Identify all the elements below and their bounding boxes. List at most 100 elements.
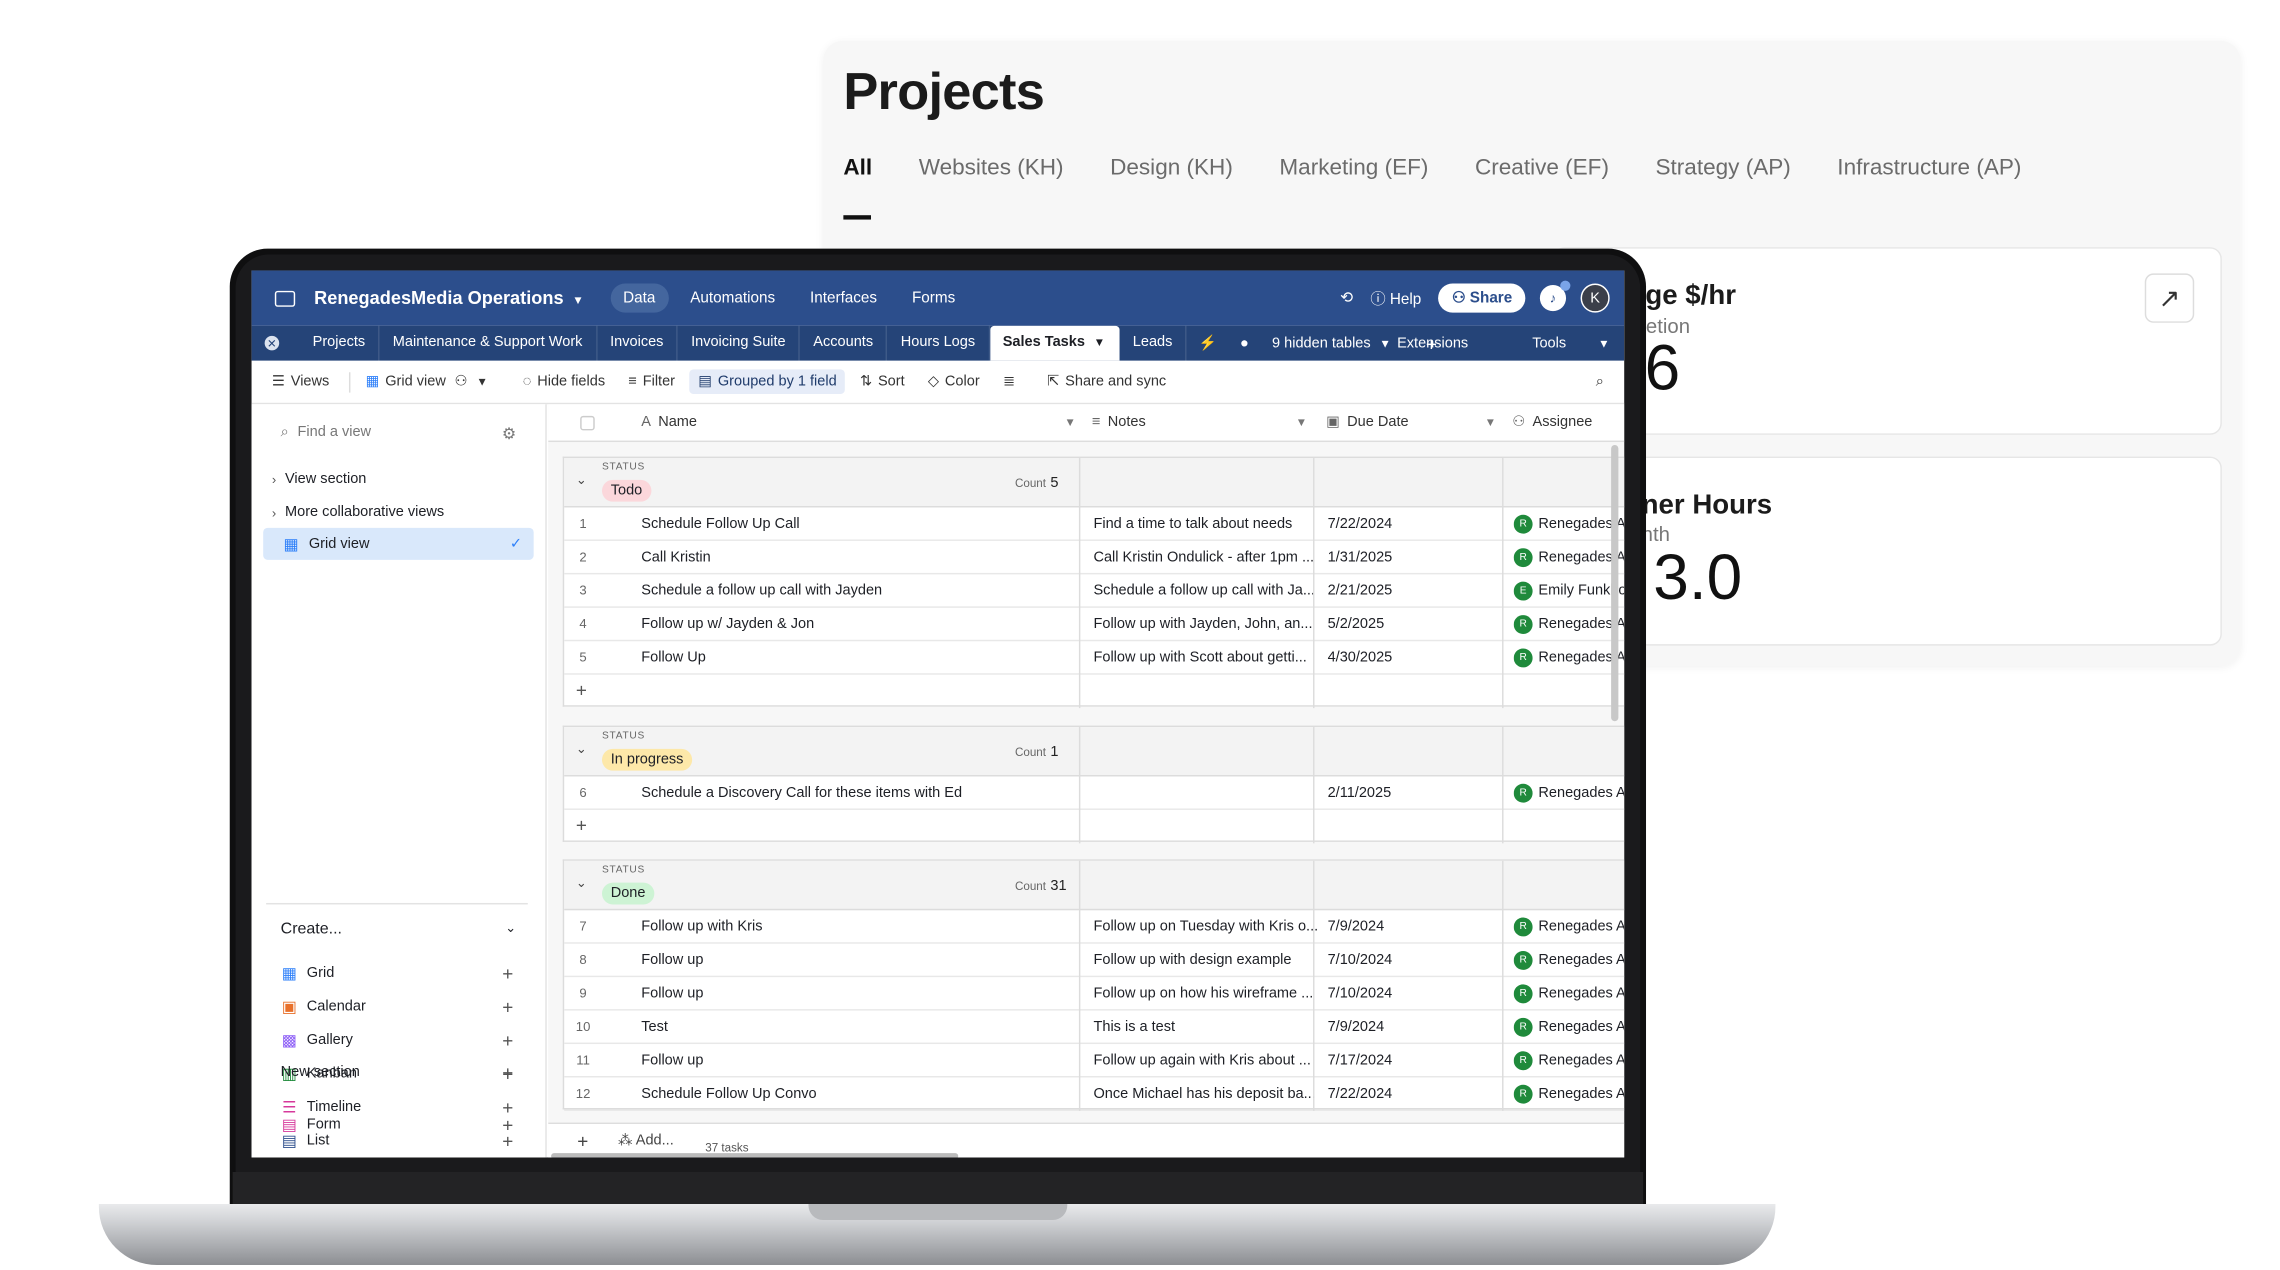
cell-due-date[interactable]: 7/9/2024	[1328, 1011, 1502, 1044]
table-tab[interactable]: Invoicing Suite	[678, 325, 801, 361]
cell-assignee[interactable]: R Renegades A	[1513, 641, 1624, 674]
table-row[interactable]: 3 Schedule a follow up call with Jayden Sc…	[564, 574, 1625, 608]
cell-due-date[interactable]: 7/22/2024	[1328, 507, 1502, 540]
filter-button[interactable]: ≡ Filter	[620, 369, 684, 394]
cell-due-date[interactable]: 7/10/2024	[1328, 977, 1502, 1010]
project-tab[interactable]: Creative (EF)	[1475, 156, 1609, 182]
cell-assignee[interactable]: R Renegades A	[1513, 507, 1624, 540]
cell-due-date[interactable]: 7/22/2024	[1328, 1077, 1502, 1110]
cell-due-date[interactable]: 4/30/2025	[1328, 641, 1502, 674]
create-form[interactable]: ▤ Form +	[281, 1114, 517, 1136]
column-assignee[interactable]: ⚇ Assignee	[1512, 404, 1592, 442]
table-row[interactable]: 6 Schedule a Discovery Call for these ite…	[564, 776, 1625, 810]
project-tab[interactable]: Strategy (AP)	[1655, 156, 1790, 182]
group-button[interactable]: ▤ Grouped by 1 field	[689, 369, 846, 395]
table-row[interactable]: 4 Follow up w/ Jayden & Jon Follow up with…	[564, 608, 1625, 642]
cell-due-date[interactable]: 5/2/2025	[1328, 608, 1502, 641]
share-sync-button[interactable]: ⇱ Share and sync	[1038, 369, 1175, 394]
row-height-icon[interactable]: ≣	[994, 369, 1024, 394]
share-button[interactable]: ⚇ Share	[1438, 283, 1526, 313]
plus-icon[interactable]: +	[502, 1029, 513, 1051]
chevron-down-icon[interactable]: ▼	[1296, 404, 1308, 442]
cell-assignee[interactable]: R Renegades A	[1513, 977, 1624, 1010]
table-row[interactable]: 10 Test This is a test 7/9/2024 R Renegades A	[564, 1011, 1625, 1045]
nav-data[interactable]: Data	[609, 283, 669, 313]
column-notes[interactable]: ≡ Notes	[1092, 404, 1146, 442]
cell-assignee[interactable]: R Renegades A	[1513, 608, 1624, 641]
cell-notes[interactable]: Follow up with Scott about getti...	[1093, 641, 1318, 674]
add-row-button[interactable]: +	[564, 675, 1624, 708]
nav-forms[interactable]: Forms	[899, 284, 968, 313]
cell-notes[interactable]: Schedule a follow up call with Ja...	[1093, 574, 1318, 607]
plus-icon[interactable]: +	[502, 996, 513, 1018]
help-button[interactable]: ⓘ Help	[1370, 287, 1421, 309]
cell-name[interactable]: Call Kristin	[641, 541, 1077, 574]
notification-bell-icon[interactable]: ♪	[1539, 280, 1571, 312]
cell-due-date[interactable]: 1/31/2025	[1328, 541, 1502, 574]
cell-notes[interactable]: Follow up with design example	[1093, 944, 1318, 977]
table-tab[interactable]: Accounts	[800, 325, 888, 361]
cell-due-date[interactable]: 7/10/2024	[1328, 944, 1502, 977]
plus-icon[interactable]: +	[502, 1061, 513, 1083]
vertical-scrollbar[interactable]	[1611, 444, 1619, 722]
horizontal-scrollbar[interactable]	[551, 1153, 959, 1158]
project-tab[interactable]: Design (KH)	[1110, 156, 1233, 182]
cell-name[interactable]: Schedule a follow up call with Jayden	[641, 574, 1077, 607]
cell-assignee[interactable]: R Renegades A	[1513, 944, 1624, 977]
chevron-down-icon[interactable]: ⌄	[576, 742, 587, 758]
cell-name[interactable]: Follow up with Kris	[641, 910, 1077, 943]
table-tab[interactable]: Projects	[300, 325, 380, 361]
cell-notes[interactable]: Follow up on how his wireframe ...	[1093, 977, 1318, 1010]
new-section[interactable]: New section +	[281, 1061, 517, 1083]
table-row[interactable]: 11 Follow up Follow up again with Kris abo…	[564, 1044, 1625, 1078]
cell-name[interactable]: Follow up	[641, 977, 1077, 1010]
column-name[interactable]: A Name	[641, 404, 697, 442]
color-button[interactable]: ◇ Color	[919, 369, 988, 394]
tools-button[interactable]: Tools ▼	[1500, 335, 1609, 351]
find-view-input[interactable]: ⌕ Find a view ⚙	[281, 425, 517, 444]
info-icon[interactable]: ●	[1228, 335, 1260, 351]
cell-assignee[interactable]: R Renegades A	[1513, 1011, 1624, 1044]
table-tab[interactable]: Sales Tasks ▼	[989, 325, 1120, 361]
add-row-button[interactable]: +	[564, 810, 1624, 843]
table-row[interactable]: 5 Follow Up Follow up with Scott about get…	[564, 641, 1625, 675]
chevron-down-icon[interactable]: ▼	[1064, 404, 1076, 442]
cell-notes[interactable]: Follow up on Tuesday with Kris o...	[1093, 910, 1318, 943]
plus-icon[interactable]: +	[502, 963, 513, 985]
create-calendar[interactable]: ▣ Calendar +	[281, 996, 517, 1018]
cell-name[interactable]: Schedule a Discovery Call for these item…	[641, 776, 1077, 809]
add-menu-button[interactable]: ⁂ Add...	[618, 1133, 674, 1149]
project-tab[interactable]: Websites (KH)	[919, 156, 1064, 182]
cell-notes[interactable]: Find a time to talk about needs	[1093, 507, 1318, 540]
cell-due-date[interactable]: 7/9/2024	[1328, 910, 1502, 943]
create-timeline[interactable]: ☰ Timeline +	[281, 1096, 517, 1118]
select-all-checkbox[interactable]	[580, 415, 595, 431]
table-tab[interactable]: Hours Logs	[888, 325, 990, 361]
cell-name[interactable]: Schedule Follow Up Call	[641, 507, 1077, 540]
metric-card-hours[interactable]: ner Hours nth 3.0	[1552, 456, 2222, 646]
cell-due-date[interactable]: 2/21/2025	[1328, 574, 1502, 607]
cell-assignee[interactable]: R Renegades A	[1513, 1077, 1624, 1110]
table-row[interactable]: 12 Schedule Follow Up Convo Once Michael h…	[564, 1077, 1625, 1111]
cell-name[interactable]: Follow up	[641, 944, 1077, 977]
table-row[interactable]: 9 Follow up Follow up on how his wireframe…	[564, 977, 1625, 1011]
views-toggle[interactable]: ☰ Views	[263, 369, 338, 394]
chevron-down-icon[interactable]: ⌄	[576, 875, 587, 891]
cell-notes[interactable]: Follow up with Jayden, John, an...	[1093, 608, 1318, 641]
open-arrow-icon[interactable]: ↗	[2144, 273, 2195, 323]
search-icon[interactable]: ⌕	[1587, 369, 1613, 394]
bolt-icon[interactable]: ⚡	[1187, 335, 1228, 351]
cell-notes[interactable]: Follow up again with Kris about ...	[1093, 1044, 1318, 1077]
create-view-toggle[interactable]: Create... ⌄	[281, 920, 517, 937]
sort-button[interactable]: ⇅ Sort	[851, 369, 913, 394]
chevron-down-icon[interactable]: ⌄	[576, 473, 587, 489]
more-collaborative-views[interactable]: › More collaborative views	[272, 505, 444, 521]
create-grid[interactable]: ▦ Grid +	[281, 963, 517, 985]
project-tab[interactable]: Infrastructure (AP)	[1837, 156, 2021, 182]
gear-icon[interactable]: ⚙	[502, 425, 516, 443]
cell-name[interactable]: Follow up	[641, 1044, 1077, 1077]
project-tab[interactable]: All	[843, 156, 872, 182]
cell-assignee[interactable]: R Renegades A	[1513, 1044, 1624, 1077]
table-tab[interactable]: Leads	[1120, 325, 1187, 361]
column-due-date[interactable]: ▣ Due Date	[1326, 404, 1408, 442]
